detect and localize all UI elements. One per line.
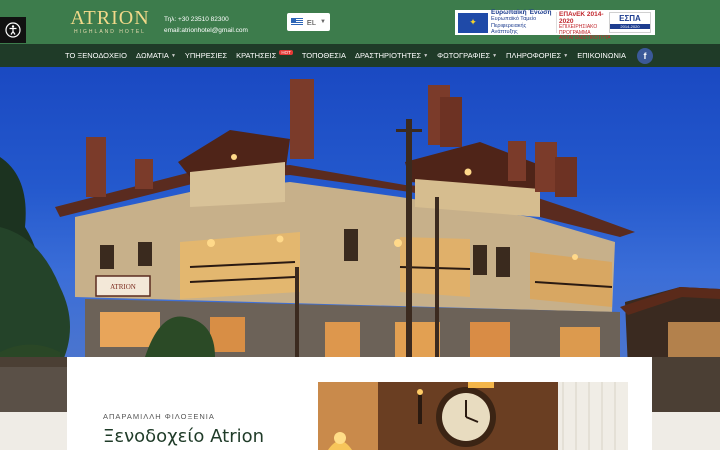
facebook-icon[interactable]: f [637, 48, 653, 64]
eu-fund-text: Ευρωπαϊκή Ένωση Ευρωπαϊκό Ταμείο Περιφερ… [491, 9, 553, 36]
nav-item-hotel[interactable]: ΤΟ ΞΕΝΟΔΟΧΕΙΟ [65, 51, 127, 60]
contact-info: Τηλ: +30 23510 82300 email:atrionhotel@g… [164, 14, 248, 36]
nav-label: ΔΩΜΑΤΙΑ [135, 51, 169, 60]
language-code: EL [306, 17, 317, 27]
chevron-down-icon: ▼ [320, 19, 326, 25]
hotel-sign-text: ATRION [110, 283, 136, 291]
top-header: ATRION HIGHLAND HOTEL Τηλ: +30 23510 823… [0, 0, 720, 44]
nav-label: ΥΠΗΡΕΣΙΕΣ [184, 51, 228, 60]
main-navigation: ΤΟ ΞΕΝΟΔΟΧΕΙΟ ΔΩΜΑΤΙΑ ▼ ΥΠΗΡΕΣΙΕΣ ΚΡΑΤΗΣ… [0, 44, 720, 67]
language-selector[interactable]: EL ▼ [287, 13, 330, 31]
nav-label: ΚΡΑΤΗΣΕΙΣ [236, 51, 277, 60]
nav-label: ΤΟ ΞΕΝΟΔΟΧΕΙΟ [65, 51, 127, 60]
nav-item-services[interactable]: ΥΠΗΡΕΣΙΕΣ [185, 51, 227, 60]
nav-item-rooms[interactable]: ΔΩΜΑΤΙΑ ▼ [136, 51, 176, 60]
epanek-line1: ΕΠΙΧΕΙΡΗΣΙΑΚΟ ΠΡΟΓΡΑΜΜΑ [559, 24, 598, 36]
espa-logo: ΕΣΠΑ 2014-2020 [609, 12, 651, 33]
accessibility-button[interactable] [0, 17, 26, 43]
interior-photo [318, 382, 628, 450]
espa-banner[interactable]: ✦ Ευρωπαϊκή Ένωση Ευρωπαϊκό Ταμείο Περιφ… [455, 9, 655, 41]
epanek-title: ΕΠΑνΕΚ 2014-2020 [559, 11, 604, 25]
nav-label: ΔΡΑΣΤΗΡΙΟΤΗΤΕΣ [354, 51, 422, 60]
epanek-line2: ΑΝΤΑΓΩΝΙΣΤΙΚΟΤΗΤΑ [559, 35, 611, 41]
hot-badge: HOT [279, 50, 293, 55]
logo-tagline: HIGHLAND HOTEL [74, 29, 146, 35]
chevron-down-icon: ▼ [563, 52, 569, 59]
espa-title: ΕΣΠΑ [619, 14, 641, 23]
chevron-down-icon: ▼ [170, 52, 176, 59]
intro-subtitle: ΑΠΑΡΑΜΙΛΛΗ ΦΙΛΟΞΕΝΙΑ [103, 412, 215, 421]
eu-flag-icon: ✦ [458, 12, 488, 33]
phone-text: Τηλ: +30 23510 82300 [164, 16, 229, 23]
intro-title: Ξενοδοχείο Atrion [103, 426, 265, 447]
chevron-down-icon: ▼ [492, 52, 498, 59]
greek-flag-icon [291, 18, 303, 26]
logo-wordmark: ATRION [70, 7, 150, 29]
hotel-logo[interactable]: ATRION HIGHLAND HOTEL [70, 8, 150, 35]
nav-item-photos[interactable]: ΦΩΤΟΓΡΑΦΙΕΣ ▼ [437, 51, 497, 60]
nav-label: ΤΟΠΟΘΕΣΙΑ [301, 51, 346, 60]
nav-label: ΦΩΤΟΓΡΑΦΙΕΣ [437, 51, 491, 60]
eu-line2: Περιφερειακής Ανάπτυξης [491, 22, 527, 36]
interior-clock-photo [318, 382, 628, 450]
espa-years: 2014-2020 [610, 24, 650, 29]
email-text[interactable]: email:atrionhotel@gmail.com [164, 25, 248, 36]
accessibility-icon [5, 22, 21, 38]
eu-line1: Ευρωπαϊκό Ταμείο [491, 16, 537, 22]
nav-label: ΠΛΗΡΟΦΟΡΙΕΣ [506, 51, 562, 60]
nav-item-activities[interactable]: ΔΡΑΣΤΗΡΙΟΤΗΤΕΣ ▼ [355, 51, 428, 60]
nav-item-location[interactable]: ΤΟΠΟΘΕΣΙΑ [302, 51, 346, 60]
nav-item-bookings[interactable]: ΚΡΑΤΗΣΕΙΣ HOT [236, 50, 293, 60]
chevron-down-icon: ▼ [423, 52, 429, 59]
epanek-logo: ΕΠΑνΕΚ 2014-2020 ΕΠΙΧΕΙΡΗΣΙΑΚΟ ΠΡΟΓΡΑΜΜΑ… [556, 11, 611, 41]
nav-item-contact[interactable]: ΕΠΙΚΟΙΝΩΝΙΑ [577, 51, 626, 60]
nav-label: ΕΠΙΚΟΙΝΩΝΙΑ [577, 51, 626, 60]
nav-item-info[interactable]: ΠΛΗΡΟΦΟΡΙΕΣ ▼ [506, 51, 568, 60]
